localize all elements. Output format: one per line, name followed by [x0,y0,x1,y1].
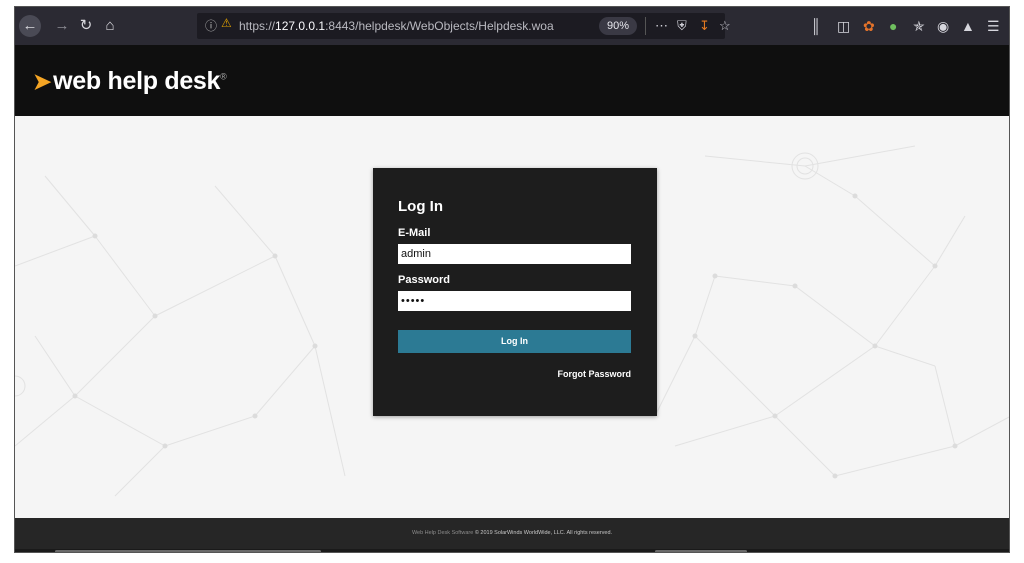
more-icon[interactable]: ⋯ [655,17,668,35]
extension-icon[interactable]: ● [889,16,897,36]
url-divider [645,17,646,35]
home-icon[interactable]: ⌂ [99,15,121,37]
scrollbar-thumb[interactable] [655,550,747,552]
password-label: Password [398,274,450,286]
url-text[interactable]: https://127.0.0.1:8443/helpdesk/WebObjec… [239,19,554,33]
library-icon[interactable]: ║ [811,16,821,36]
extension-icon[interactable]: ✯ [913,16,925,36]
footer-copyright: Web Help Desk Software © 2019 SolarWinds… [15,530,1009,536]
extension-icon[interactable]: ▲ [961,16,975,36]
footer-copyright-text: © 2019 SolarWinds WorldWide, LLC. All ri… [474,530,613,536]
url-host: 127.0.0.1 [275,19,326,33]
extension-icon[interactable]: ✿ [863,16,875,36]
browser-toolbar: ← → ↻ ⌂ ⓘ ⚠ https://127.0.0.1:8443/helpd… [15,7,1009,45]
login-form: Log In E-Mail Password Log In Forgot Pas… [373,168,657,416]
browser-window: ← → ↻ ⌂ ⓘ ⚠ https://127.0.0.1:8443/helpd… [14,6,1010,553]
login-button[interactable]: Log In [398,330,631,353]
login-page: Log In E-Mail Password Log In Forgot Pas… [15,116,1009,518]
download-icon[interactable]: ↧ [699,17,710,35]
url-scheme: https:// [239,19,276,33]
site-footer: Web Help Desk Software © 2019 SolarWinds… [15,518,1009,552]
web-help-desk-logo[interactable]: ➤web help desk® [33,67,227,96]
url-bar[interactable]: ⓘ ⚠ https://127.0.0.1:8443/helpdesk/WebO… [197,13,731,39]
reload-icon[interactable]: ↻ [75,15,97,37]
url-path: :8443/helpdesk/WebObjects/Helpdesk.woa [325,19,554,33]
registered-mark: ® [220,71,227,82]
forgot-password-link[interactable]: Forgot Password [557,369,631,379]
sidebar-icon[interactable]: ◫ [837,16,850,36]
site-header: ➤web help desk® [15,45,1009,116]
zoom-indicator[interactable]: 90% [599,17,638,35]
bookmark-star-icon[interactable]: ☆ [719,17,731,35]
scrollbar-thumb[interactable] [55,550,321,552]
password-field[interactable] [398,291,631,311]
account-icon[interactable]: ◉ [937,16,949,36]
email-label: E-Mail [398,227,431,239]
forward-icon[interactable]: → [51,15,73,37]
horizontal-scrollbar[interactable] [15,549,1009,552]
pocket-icon[interactable]: ⛨ [677,17,687,35]
email-field[interactable] [398,244,631,264]
footer-product-link[interactable]: Web Help Desk Software [412,530,473,536]
info-icon[interactable]: ⓘ [205,17,217,34]
login-title: Log In [398,198,443,215]
solarwinds-flame-icon: ➤ [33,69,52,94]
insecure-lock-icon[interactable]: ⚠ [221,16,232,30]
back-icon[interactable]: ← [19,15,41,37]
menu-icon[interactable]: ☰ [987,16,1000,36]
logo-text: web help desk [53,67,221,95]
